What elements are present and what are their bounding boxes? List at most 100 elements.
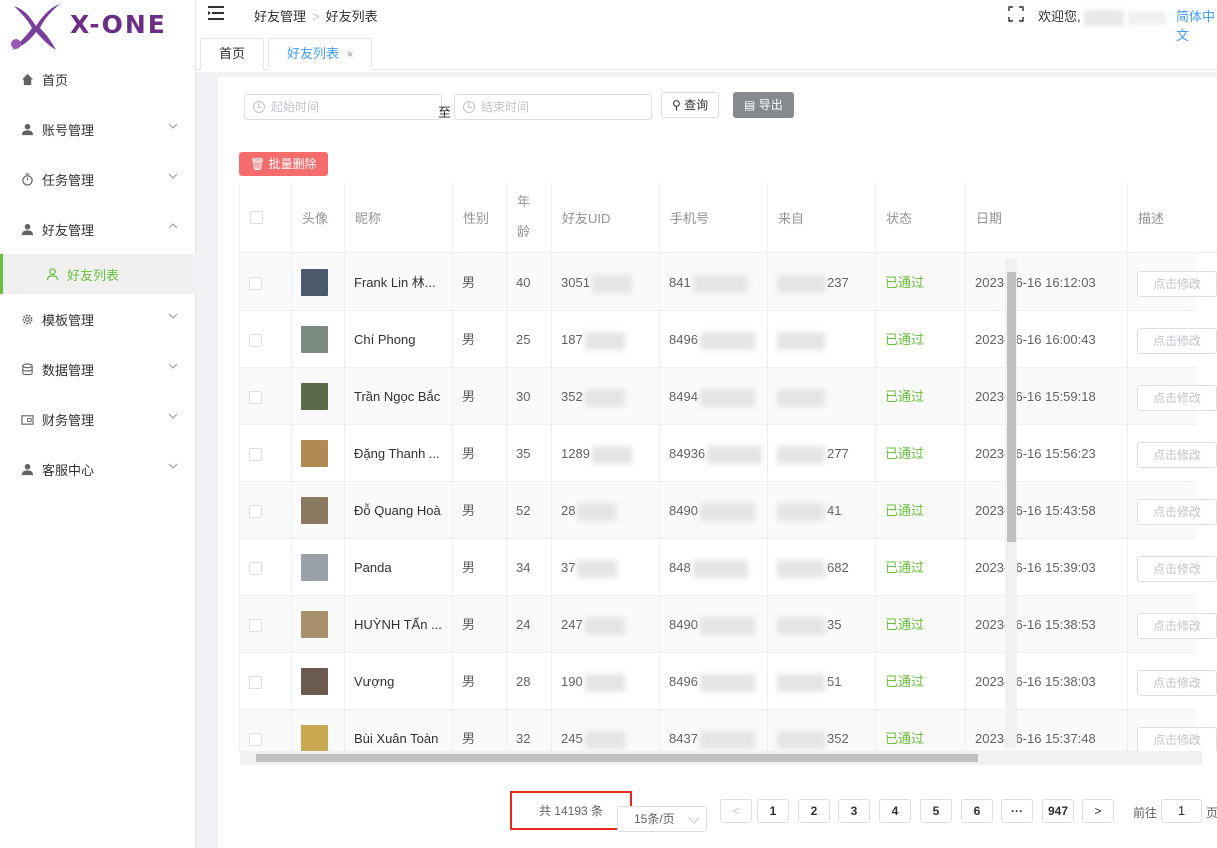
edit-desc-button[interactable]: 点击修改 [1137,384,1217,411]
sidebar-item-home[interactable]: 首页 [0,54,196,104]
chevron-down-icon [168,363,178,369]
avatar-cell [292,539,345,596]
breadcrumb-item[interactable]: 好友管理 [254,9,306,24]
from-cell-text: 682 [827,560,849,575]
edit-desc-button[interactable]: 点击修改 [1137,555,1217,582]
page-button[interactable]: 2 [798,799,830,823]
menu-toggle-icon[interactable] [208,6,224,20]
end-time-input[interactable]: 结束时间 [454,94,652,120]
from-cell: 277 [768,425,876,482]
edit-desc-button[interactable]: 点击修改 [1137,726,1217,751]
gender-cell: 男 [453,653,507,710]
edit-desc-button[interactable]: 点击修改 [1137,441,1217,468]
sidebar-item-data[interactable]: 数据管理 [0,344,196,394]
page-button[interactable]: 1 [757,799,789,823]
sidebar-item-finance[interactable]: 财务管理 [0,394,196,444]
age-cell-text: 30 [516,389,531,404]
phone-cell: 841 [660,254,768,311]
next-page-button[interactable]: > [1082,799,1114,823]
sidebar-item-label: 好友管理 [42,222,95,238]
edit-desc-button[interactable]: 点击修改 [1137,498,1217,525]
date-cell: 2023-06-16 15:38:03 [966,653,1128,710]
date-cell-text: 2023-06-16 15:39:03 [975,560,1096,575]
privacy-mask [777,502,825,521]
goto-page-input[interactable]: 1 [1161,799,1202,823]
row-checkbox[interactable] [249,562,262,576]
phone-cell: 848 [660,539,768,596]
user-icon [20,122,34,136]
column-header: 好友UID [552,182,660,253]
date-cell-text: 2023-06-16 15:59:18 [975,389,1096,404]
start-time-input[interactable]: 起始时间 [244,94,442,120]
tab-friend-list[interactable]: 好友列表 × [268,38,373,70]
prev-page-button[interactable]: < [720,799,752,823]
chevron-down-icon [168,413,178,419]
batch-delete-button[interactable]: 🗑 批量删除 [239,152,328,176]
avatar-cell [292,482,345,539]
privacy-mask [584,730,625,749]
topbar: 好友管理 > 好友列表 欢迎您, 简体中文 [196,0,1217,43]
page-size-select[interactable]: 15条/页 [617,806,707,832]
sidebar-item-friends[interactable]: 好友管理 [0,204,196,254]
query-button[interactable]: ⚲ 查询 [661,92,720,118]
sidebar-item-label: 任务管理 [42,172,95,188]
sidebar-item-account[interactable]: 账号管理 [0,104,196,154]
tab-home[interactable]: 首页 [200,38,265,70]
page-button[interactable]: 947 [1042,799,1074,823]
page-button[interactable]: 4 [879,799,911,823]
row-checkbox[interactable] [249,733,262,747]
edit-desc-button[interactable]: 点击修改 [1137,669,1217,696]
from-cell-text: 352 [827,731,849,746]
edit-desc-button[interactable]: 点击修改 [1137,612,1217,639]
page-button[interactable]: 3 [838,799,870,823]
uid-cell: 187 [552,311,660,368]
age-cell-text: 52 [516,503,531,518]
select-all-checkbox[interactable] [250,210,263,224]
sidebar-item-support[interactable]: 客服中心 [0,444,196,494]
sidebar-item-friend-list[interactable]: 好友列表 [0,254,196,294]
breadcrumb-separator-icon: > [312,9,320,24]
avatar-cell [292,653,345,710]
status-cell-text: 已通过 [885,674,925,689]
avatar [301,383,328,410]
row-checkbox[interactable] [249,391,262,405]
row-checkbox[interactable] [249,676,262,690]
scrollbar-thumb[interactable] [1007,272,1016,542]
gender-cell: 男 [453,596,507,653]
row-checkbox[interactable] [249,505,262,519]
privacy-mask [584,616,625,635]
age-cell-text: 35 [516,446,531,461]
page-button[interactable]: 5 [920,799,952,823]
avatar-cell [292,425,345,482]
horizontal-scrollbar[interactable] [240,751,1202,765]
scrollbar-thumb[interactable] [256,754,978,762]
sidebar-item-label: 首页 [42,72,69,88]
avatar [301,611,328,638]
date-cell: 2023-06-16 15:56:23 [966,425,1128,482]
sidebar-item-templates[interactable]: 模板管理 [0,294,196,344]
fullscreen-icon[interactable] [1008,6,1024,22]
page-button[interactable]: 6 [961,799,993,823]
edit-desc-button[interactable]: 点击修改 [1137,270,1217,297]
age-cell: 34 [507,539,552,596]
database-icon [20,362,34,376]
sidebar-item-tasks[interactable]: 任务管理 [0,154,196,204]
row-checkbox[interactable] [249,619,262,633]
select-cell [240,254,292,311]
row-checkbox[interactable] [249,448,262,462]
privacy-mask [777,388,825,407]
edit-desc-button[interactable]: 点击修改 [1137,327,1217,354]
vertical-scrollbar[interactable] [1005,258,1017,748]
row-checkbox[interactable] [249,277,262,291]
welcome-text: 欢迎您, [1038,6,1166,26]
age-cell: 24 [507,596,552,653]
gender-cell-text: 男 [462,389,476,404]
export-button[interactable]: ▤ 导出 [733,92,794,118]
nickname-cell-text: Đặng Thanh ... [354,446,440,461]
row-checkbox[interactable] [249,334,262,348]
close-icon[interactable]: × [347,49,353,61]
column-header: 描述 [1128,182,1217,253]
page-ellipsis-button[interactable]: ··· [1001,799,1033,823]
avatar-cell [292,596,345,653]
age-cell: 28 [507,653,552,710]
